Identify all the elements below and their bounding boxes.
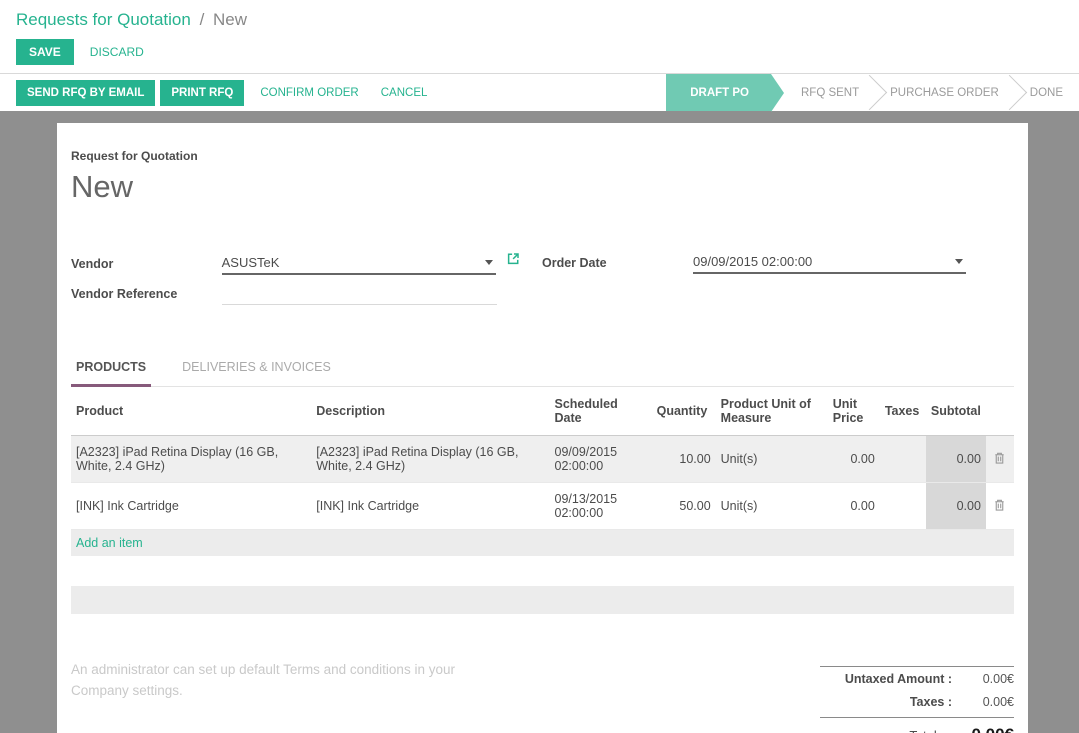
cell-product[interactable]: [INK] Ink Cartridge <box>71 483 311 530</box>
status-draft-po-label: DRAFT PO <box>690 87 749 99</box>
table-row[interactable]: [A2323] iPad Retina Display (16 GB, Whit… <box>71 436 1014 483</box>
add-an-item-row[interactable]: Add an item <box>71 530 1014 557</box>
page-background: Request for Quotation New Vendor ASUSTeK <box>0 111 1079 733</box>
cell-taxes[interactable] <box>880 436 926 483</box>
col-taxes[interactable]: Taxes <box>880 387 926 436</box>
taxes-label: Taxes : <box>820 695 952 709</box>
trash-icon <box>993 451 1006 465</box>
untaxed-amount-row: Untaxed Amount : 0.00€ <box>820 667 1014 690</box>
col-product[interactable]: Product <box>71 387 311 436</box>
col-uom[interactable]: Product Unit of Measure <box>716 387 828 436</box>
cell-scheduled-date[interactable]: 09/13/2015 02:00:00 <box>550 483 652 530</box>
breadcrumb: Requests for Quotation / New <box>16 10 1063 30</box>
delete-row-button[interactable] <box>986 483 1014 530</box>
chevron-down-icon[interactable] <box>955 259 963 264</box>
cell-quantity[interactable]: 10.00 <box>652 436 716 483</box>
cell-uom[interactable]: Unit(s) <box>716 483 828 530</box>
untaxed-amount-value: 0.00€ <box>952 672 1014 686</box>
breadcrumb-parent-link[interactable]: Requests for Quotation <box>16 10 191 29</box>
breadcrumb-separator: / <box>196 10 209 29</box>
cell-uom[interactable]: Unit(s) <box>716 436 828 483</box>
table-row[interactable]: [INK] Ink Cartridge [INK] Ink Cartridge … <box>71 483 1014 530</box>
send-rfq-by-email-button[interactable]: SEND RFQ BY EMAIL <box>16 80 155 106</box>
vendor-value: ASUSTeK <box>222 255 280 270</box>
cell-subtotal: 0.00 <box>926 483 986 530</box>
total-label: Total : <box>820 728 944 733</box>
print-rfq-button[interactable]: PRINT RFQ <box>160 80 244 106</box>
vendor-label: Vendor <box>71 257 222 275</box>
breadcrumb-current: New <box>213 10 247 29</box>
col-description[interactable]: Description <box>311 387 549 436</box>
notebook-tabs: PRODUCTS DELIVERIES & INVOICES <box>71 360 1014 387</box>
vendor-reference-field[interactable] <box>222 282 497 305</box>
total-row: Total : 0.00€ <box>820 717 1014 733</box>
page-title: New <box>71 169 1014 205</box>
tab-deliveries-invoices[interactable]: DELIVERIES & INVOICES <box>177 360 336 386</box>
page-header: Requests for Quotation / New SAVE DISCAR… <box>0 0 1079 73</box>
cell-description[interactable]: [A2323] iPad Retina Display (16 GB, Whit… <box>311 436 549 483</box>
cell-product[interactable]: [A2323] iPad Retina Display (16 GB, Whit… <box>71 436 311 483</box>
cell-quantity[interactable]: 50.00 <box>652 483 716 530</box>
open-record-icon[interactable] <box>506 251 521 271</box>
col-scheduled-date[interactable]: Scheduled Date <box>550 387 652 436</box>
cell-subtotal: 0.00 <box>926 436 986 483</box>
empty-section-bar <box>71 586 1014 614</box>
taxes-value: 0.00€ <box>952 695 1014 709</box>
terms-area <box>71 660 495 733</box>
chevron-down-icon[interactable] <box>485 260 493 265</box>
delete-row-button[interactable] <box>986 436 1014 483</box>
tab-products[interactable]: PRODUCTS <box>71 360 151 387</box>
taxes-row: Taxes : 0.00€ <box>820 690 1014 713</box>
add-an-item-link[interactable]: Add an item <box>71 530 1014 557</box>
total-value: 0.00€ <box>944 725 1014 733</box>
vendor-reference-label: Vendor Reference <box>71 287 222 305</box>
col-quantity[interactable]: Quantity <box>652 387 716 436</box>
cell-unit-price[interactable]: 0.00 <box>828 436 880 483</box>
order-lines-table: Product Description Scheduled Date Quant… <box>71 387 1014 556</box>
resize-handle-icon[interactable] <box>483 729 493 733</box>
header-actions: SAVE DISCARD <box>16 39 1063 65</box>
vendor-field[interactable]: ASUSTeK <box>222 252 496 275</box>
terms-and-conditions-input[interactable] <box>71 660 495 733</box>
cell-scheduled-date[interactable]: 09/09/2015 02:00:00 <box>550 436 652 483</box>
statusbar: DRAFT PO RFQ SENT PURCHASE ORDER DONE <box>666 74 1079 111</box>
action-toolbar: SEND RFQ BY EMAIL PRINT RFQ CONFIRM ORDE… <box>0 73 1079 111</box>
col-unit-price[interactable]: Unit Price <box>828 387 880 436</box>
form-sheet: Request for Quotation New Vendor ASUSTeK <box>57 123 1028 733</box>
status-draft-po[interactable]: DRAFT PO <box>666 74 771 111</box>
cell-description[interactable]: [INK] Ink Cartridge <box>311 483 549 530</box>
order-date-value: 09/09/2015 02:00:00 <box>693 254 812 269</box>
order-date-label: Order Date <box>542 256 693 274</box>
confirm-order-button[interactable]: CONFIRM ORDER <box>249 80 369 106</box>
col-actions <box>986 387 1014 436</box>
cell-taxes[interactable] <box>880 483 926 530</box>
col-subtotal[interactable]: Subtotal <box>926 387 986 436</box>
totals-box: Untaxed Amount : 0.00€ Taxes : 0.00€ Tot… <box>820 666 1014 733</box>
form-type-label: Request for Quotation <box>71 149 1014 163</box>
field-group: Vendor ASUSTeK Vendor Reference <box>71 251 1014 312</box>
order-date-field[interactable]: 09/09/2015 02:00:00 <box>693 251 966 274</box>
untaxed-amount-label: Untaxed Amount : <box>820 672 952 686</box>
cancel-button[interactable]: CANCEL <box>370 80 439 106</box>
cell-unit-price[interactable]: 0.00 <box>828 483 880 530</box>
table-header-row: Product Description Scheduled Date Quant… <box>71 387 1014 436</box>
toolbar-buttons: SEND RFQ BY EMAIL PRINT RFQ CONFIRM ORDE… <box>0 74 438 111</box>
save-button[interactable]: SAVE <box>16 39 74 65</box>
trash-icon <box>993 498 1006 512</box>
discard-button[interactable]: DISCARD <box>90 45 144 59</box>
bottom-section: Untaxed Amount : 0.00€ Taxes : 0.00€ Tot… <box>71 660 1014 733</box>
